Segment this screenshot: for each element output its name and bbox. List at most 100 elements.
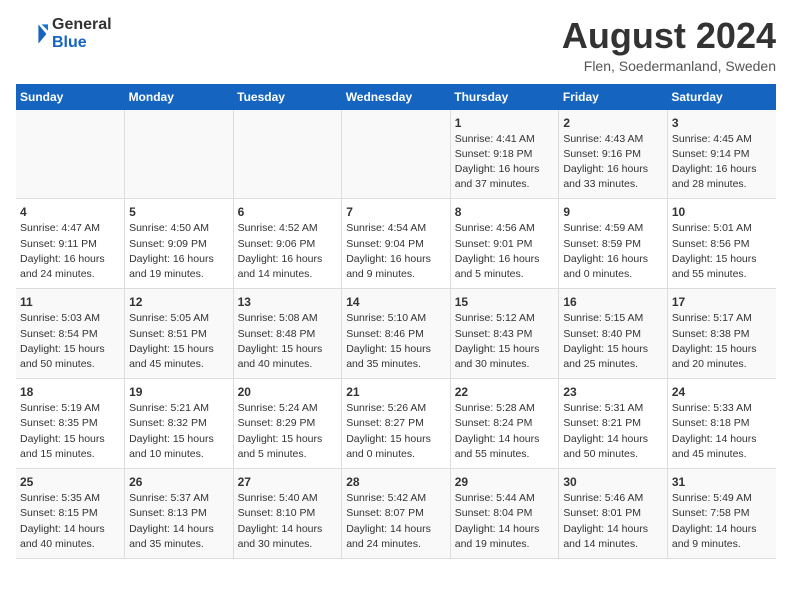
- logo-blue: Blue: [52, 34, 112, 52]
- day-number: 16: [563, 295, 663, 309]
- day-of-week-header: Sunday: [16, 84, 125, 110]
- day-number: 9: [563, 205, 663, 219]
- day-of-week-header: Tuesday: [233, 84, 342, 110]
- day-number: 3: [672, 116, 772, 130]
- day-info: Sunrise: 5:10 AM Sunset: 8:46 PM Dayligh…: [346, 311, 446, 372]
- day-info: Sunrise: 5:24 AM Sunset: 8:29 PM Dayligh…: [238, 401, 338, 462]
- day-of-week-header: Saturday: [667, 84, 776, 110]
- day-info: Sunrise: 4:41 AM Sunset: 9:18 PM Dayligh…: [455, 132, 555, 193]
- day-number: 27: [238, 475, 338, 489]
- calendar-cell: 25Sunrise: 5:35 AM Sunset: 8:15 PM Dayli…: [16, 469, 125, 559]
- day-info: Sunrise: 5:15 AM Sunset: 8:40 PM Dayligh…: [563, 311, 663, 372]
- day-number: 26: [129, 475, 229, 489]
- day-of-week-header: Friday: [559, 84, 668, 110]
- calendar-cell: 10Sunrise: 5:01 AM Sunset: 8:56 PM Dayli…: [667, 199, 776, 289]
- calendar-week-row: 4 Sunrise: 4:47 AM Sunset: 9:11 PM Daylig…: [16, 199, 776, 289]
- calendar-cell: 16 Sunrise: 5:15 AM Sunset: 8:40 PM Dayli…: [559, 289, 668, 379]
- day-info: Sunrise: 5:21 AM Sunset: 8:32 PM Dayligh…: [129, 401, 229, 462]
- day-number: 23: [563, 385, 663, 399]
- calendar-cell: [342, 110, 451, 199]
- calendar-cell: 21 Sunrise: 5:26 AM Sunset: 8:27 PM Dayli…: [342, 379, 451, 469]
- day-number: 6: [238, 205, 338, 219]
- day-info: Sunrise: 5:33 AM Sunset: 8:18 PM Dayligh…: [672, 401, 772, 462]
- day-of-week-header: Monday: [125, 84, 234, 110]
- day-number: 28: [346, 475, 446, 489]
- logo-text: General Blue: [52, 16, 112, 51]
- day-info: Sunrise: 5:12 AM Sunset: 8:43 PM Dayligh…: [455, 311, 555, 372]
- day-number: 25: [20, 475, 120, 489]
- day-number: 13: [238, 295, 338, 309]
- day-info: Sunrise: 5:17 AM Sunset: 8:38 PM Dayligh…: [672, 311, 772, 372]
- calendar-cell: 24 Sunrise: 5:33 AM Sunset: 8:18 PM Dayli…: [667, 379, 776, 469]
- day-of-week-header: Thursday: [450, 84, 559, 110]
- day-number: 17: [672, 295, 772, 309]
- calendar-header: SundayMondayTuesdayWednesdayThursdayFrid…: [16, 84, 776, 110]
- day-number: 15: [455, 295, 555, 309]
- calendar-cell: 5 Sunrise: 4:50 AM Sunset: 9:09 PM Daylig…: [125, 199, 234, 289]
- day-number: 22: [455, 385, 555, 399]
- day-info: Sunrise: 5:05 AM Sunset: 8:51 PM Dayligh…: [129, 311, 229, 372]
- day-number: 12: [129, 295, 229, 309]
- day-number: 30: [563, 475, 663, 489]
- calendar-cell: 3Sunrise: 4:45 AM Sunset: 9:14 PM Daylig…: [667, 110, 776, 199]
- calendar-cell: 29Sunrise: 5:44 AM Sunset: 8:04 PM Dayli…: [450, 469, 559, 559]
- day-number: 19: [129, 385, 229, 399]
- day-info: Sunrise: 4:52 AM Sunset: 9:06 PM Dayligh…: [238, 221, 338, 282]
- day-info: Sunrise: 4:56 AM Sunset: 9:01 PM Dayligh…: [455, 221, 555, 282]
- calendar-cell: 7 Sunrise: 4:54 AM Sunset: 9:04 PM Daylig…: [342, 199, 451, 289]
- calendar-cell: 4 Sunrise: 4:47 AM Sunset: 9:11 PM Daylig…: [16, 199, 125, 289]
- day-info: Sunrise: 4:43 AM Sunset: 9:16 PM Dayligh…: [563, 132, 663, 193]
- day-number: 21: [346, 385, 446, 399]
- day-info: Sunrise: 5:37 AM Sunset: 8:13 PM Dayligh…: [129, 491, 229, 552]
- calendar-body: 1Sunrise: 4:41 AM Sunset: 9:18 PM Daylig…: [16, 110, 776, 559]
- calendar-week-row: 1Sunrise: 4:41 AM Sunset: 9:18 PM Daylig…: [16, 110, 776, 199]
- day-info: Sunrise: 5:42 AM Sunset: 8:07 PM Dayligh…: [346, 491, 446, 552]
- calendar-cell: 13 Sunrise: 5:08 AM Sunset: 8:48 PM Dayli…: [233, 289, 342, 379]
- day-info: Sunrise: 5:26 AM Sunset: 8:27 PM Dayligh…: [346, 401, 446, 462]
- days-of-week-row: SundayMondayTuesdayWednesdayThursdayFrid…: [16, 84, 776, 110]
- calendar-cell: 11Sunrise: 5:03 AM Sunset: 8:54 PM Dayli…: [16, 289, 125, 379]
- day-info: Sunrise: 4:59 AM Sunset: 8:59 PM Dayligh…: [563, 221, 663, 282]
- day-number: 5: [129, 205, 229, 219]
- day-info: Sunrise: 4:47 AM Sunset: 9:11 PM Dayligh…: [20, 221, 120, 282]
- calendar-cell: 28 Sunrise: 5:42 AM Sunset: 8:07 PM Dayli…: [342, 469, 451, 559]
- calendar-cell: 20Sunrise: 5:24 AM Sunset: 8:29 PM Dayli…: [233, 379, 342, 469]
- calendar-week-row: 11Sunrise: 5:03 AM Sunset: 8:54 PM Dayli…: [16, 289, 776, 379]
- day-number: 31: [672, 475, 772, 489]
- calendar-cell: 6 Sunrise: 4:52 AM Sunset: 9:06 PM Daylig…: [233, 199, 342, 289]
- day-info: Sunrise: 5:19 AM Sunset: 8:35 PM Dayligh…: [20, 401, 120, 462]
- calendar-cell: 17 Sunrise: 5:17 AM Sunset: 8:38 PM Dayli…: [667, 289, 776, 379]
- day-info: Sunrise: 5:08 AM Sunset: 8:48 PM Dayligh…: [238, 311, 338, 372]
- calendar-cell: 22Sunrise: 5:28 AM Sunset: 8:24 PM Dayli…: [450, 379, 559, 469]
- calendar-cell: [125, 110, 234, 199]
- calendar-cell: 27Sunrise: 5:40 AM Sunset: 8:10 PM Dayli…: [233, 469, 342, 559]
- calendar-cell: 26 Sunrise: 5:37 AM Sunset: 8:13 PM Dayli…: [125, 469, 234, 559]
- day-number: 4: [20, 205, 120, 219]
- day-info: Sunrise: 4:54 AM Sunset: 9:04 PM Dayligh…: [346, 221, 446, 282]
- day-info: Sunrise: 4:50 AM Sunset: 9:09 PM Dayligh…: [129, 221, 229, 282]
- calendar-cell: 9 Sunrise: 4:59 AM Sunset: 8:59 PM Daylig…: [559, 199, 668, 289]
- calendar-cell: 1Sunrise: 4:41 AM Sunset: 9:18 PM Daylig…: [450, 110, 559, 199]
- calendar-week-row: 25Sunrise: 5:35 AM Sunset: 8:15 PM Dayli…: [16, 469, 776, 559]
- calendar-cell: 14 Sunrise: 5:10 AM Sunset: 8:46 PM Dayli…: [342, 289, 451, 379]
- day-info: Sunrise: 5:44 AM Sunset: 8:04 PM Dayligh…: [455, 491, 555, 552]
- day-number: 24: [672, 385, 772, 399]
- month-title: August 2024: [562, 16, 776, 56]
- day-info: Sunrise: 5:31 AM Sunset: 8:21 PM Dayligh…: [563, 401, 663, 462]
- day-number: 14: [346, 295, 446, 309]
- day-number: 7: [346, 205, 446, 219]
- calendar-cell: [16, 110, 125, 199]
- day-info: Sunrise: 5:46 AM Sunset: 8:01 PM Dayligh…: [563, 491, 663, 552]
- day-number: 2: [563, 116, 663, 130]
- calendar-cell: 15 Sunrise: 5:12 AM Sunset: 8:43 PM Dayli…: [450, 289, 559, 379]
- logo: General Blue: [16, 16, 112, 51]
- day-number: 18: [20, 385, 120, 399]
- title-block: August 2024 Flen, Soedermanland, Sweden: [562, 16, 776, 74]
- calendar-cell: 23 Sunrise: 5:31 AM Sunset: 8:21 PM Dayli…: [559, 379, 668, 469]
- calendar-cell: 18 Sunrise: 5:19 AM Sunset: 8:35 PM Dayli…: [16, 379, 125, 469]
- day-number: 8: [455, 205, 555, 219]
- calendar-cell: 12 Sunrise: 5:05 AM Sunset: 8:51 PM Dayli…: [125, 289, 234, 379]
- calendar-cell: [233, 110, 342, 199]
- day-info: Sunrise: 5:03 AM Sunset: 8:54 PM Dayligh…: [20, 311, 120, 372]
- page-header: General Blue August 2024 Flen, Soederman…: [16, 16, 776, 74]
